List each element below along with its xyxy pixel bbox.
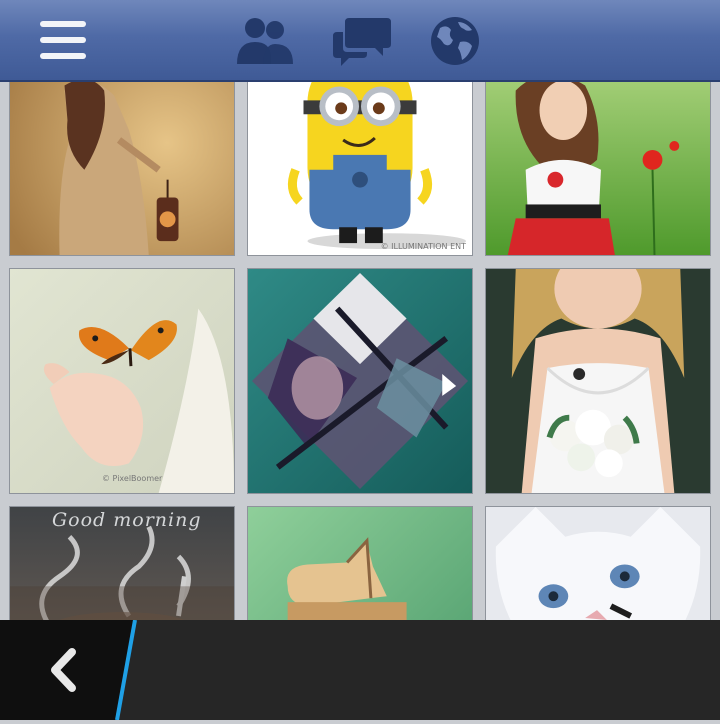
messages-button[interactable] <box>327 10 397 72</box>
photo-tile-bride-with-bouquet[interactable] <box>485 268 711 494</box>
good-morning-text: Good morning <box>52 509 202 531</box>
photo-tile-butterfly-on-hand[interactable]: © PixelBoomer <box>9 268 235 494</box>
photo-tile-wooden-piano[interactable] <box>247 506 473 620</box>
photo-watermark: © PixelBoomer <box>102 474 163 483</box>
butterfly-on-hand-image <box>10 269 234 493</box>
photo-grid: © ILLUMINATION ENT © PixelBoomer Good mo… <box>0 82 720 620</box>
wooden-piano-image <box>248 507 472 620</box>
girl-in-field-image <box>486 82 710 255</box>
back-button[interactable] <box>0 620 124 720</box>
photo-tile-good-morning-steam[interactable]: Good morning <box>9 506 235 620</box>
white-kitten-image <box>486 507 710 620</box>
bottom-action-bar <box>0 620 720 720</box>
photo-tile-girl-in-field[interactable] <box>485 82 711 256</box>
minion-image <box>248 82 472 255</box>
photo-tile-abstract-diamond-portrait[interactable] <box>247 268 473 494</box>
photo-tile-girl-with-lantern[interactable] <box>9 82 235 256</box>
menu-button[interactable] <box>28 10 98 72</box>
globe-icon <box>431 17 479 65</box>
messages-icon <box>333 18 391 66</box>
hamburger-menu-icon <box>40 21 86 59</box>
photo-tile-minion[interactable]: © ILLUMINATION ENT <box>247 82 473 256</box>
bride-with-bouquet-image <box>486 269 710 493</box>
photo-tile-white-kitten[interactable] <box>485 506 711 620</box>
top-navigation-bar <box>0 0 720 82</box>
back-chevron-icon <box>51 648 76 692</box>
friends-icon <box>237 18 293 64</box>
photo-watermark: © ILLUMINATION ENT <box>380 242 466 251</box>
notifications-button[interactable] <box>420 10 490 72</box>
friend-requests-button[interactable] <box>230 10 300 72</box>
girl-with-lantern-image <box>10 82 234 255</box>
abstract-diamond-portrait-image <box>248 269 472 493</box>
